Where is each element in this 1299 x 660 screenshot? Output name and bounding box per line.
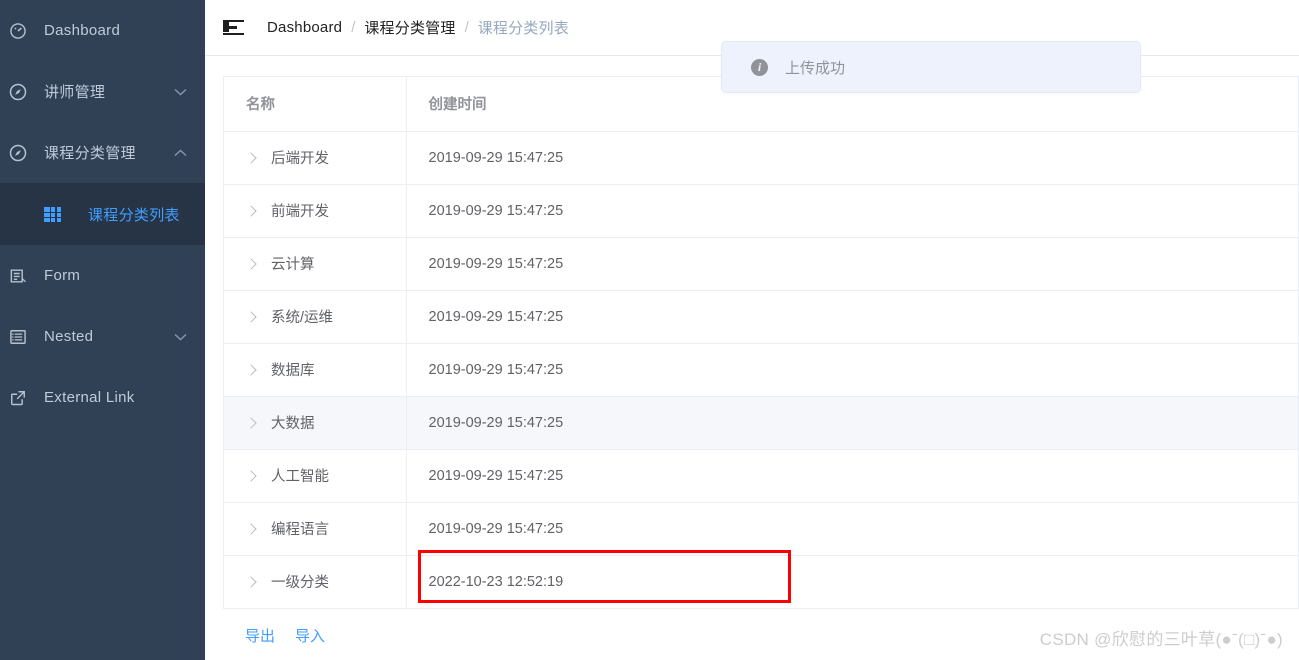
name-cell: 编程语言 — [246, 518, 406, 539]
compass-icon — [8, 82, 30, 102]
chevron-up-icon — [171, 148, 189, 157]
sidebar-item-instructor-management[interactable]: 讲师管理 — [0, 61, 205, 122]
table-cell-created: 2022-10-23 12:52:19 — [406, 555, 1298, 609]
table-row[interactable]: 前端开发 2019-09-29 15:47:25 — [224, 184, 1298, 238]
category-name: 大数据 — [271, 416, 315, 432]
name-cell: 后端开发 — [246, 147, 406, 168]
breadcrumb-item-course-category-management[interactable]: 课程分类管理 — [364, 17, 455, 38]
name-cell: 系统/运维 — [246, 306, 406, 327]
category-name: 一级分类 — [271, 575, 329, 591]
category-name: 系统/运维 — [271, 310, 334, 326]
chevron-down-icon — [171, 333, 189, 341]
name-cell: 前端开发 — [246, 200, 406, 221]
category-name: 编程语言 — [271, 522, 329, 538]
table-row[interactable]: 人工智能 2019-09-29 15:47:25 — [224, 449, 1298, 503]
table-cell-name: 一级分类 — [224, 555, 407, 609]
table-row[interactable]: 编程语言 2019-09-29 15:47:25 — [224, 502, 1298, 556]
table-cell-created: 2019-09-29 15:47:25 — [406, 343, 1298, 397]
table-row[interactable]: 后端开发 2019-09-29 15:47:25 — [224, 131, 1298, 185]
breadcrumb-separator: / — [464, 19, 469, 36]
table-header-name: 名称 — [224, 77, 407, 132]
breadcrumb-item-dashboard[interactable]: Dashboard — [267, 19, 342, 36]
chevron-right-icon[interactable] — [246, 524, 260, 534]
chevron-right-icon[interactable] — [246, 312, 260, 322]
sidebar-subitem-label: 课程分类列表 — [88, 206, 180, 224]
table-body: 后端开发 2019-09-29 15:47:25 前端开发 2019-09-29 15… — [224, 131, 1298, 609]
nested-list-icon — [8, 327, 30, 347]
form-icon — [8, 266, 30, 286]
table-cell-created: 2019-09-29 15:47:25 — [406, 396, 1298, 450]
category-name: 数据库 — [271, 363, 315, 379]
toast-message: 上传成功 — [785, 59, 846, 77]
chevron-right-icon[interactable] — [246, 206, 260, 216]
sidebar-item-course-category-list[interactable]: 课程分类列表 — [0, 183, 205, 245]
sidebar-item-label: External Link — [44, 389, 135, 406]
chevron-right-icon[interactable] — [246, 153, 260, 163]
table-cell-created: 2019-09-29 15:47:25 — [406, 502, 1298, 556]
table-cell-name: 数据库 — [224, 343, 407, 397]
chevron-down-icon — [171, 88, 189, 96]
sidebar: Dashboard 讲师管理 课程分类管理 课程分类列表 Form Nested… — [0, 0, 205, 660]
category-name: 人工智能 — [271, 469, 329, 485]
table-cell-name: 后端开发 — [224, 131, 407, 185]
table-cell-created: 2019-09-29 15:47:25 — [406, 449, 1298, 503]
category-table-card: 名称 创建时间 后端开发 2019-09-29 15:47:25 前端开发 2019-… — [223, 76, 1299, 609]
category-name: 云计算 — [271, 257, 315, 273]
name-cell: 人工智能 — [246, 465, 406, 486]
breadcrumb: Dashboard / 课程分类管理 / 课程分类列表 — [267, 17, 569, 38]
info-circle-icon: i — [751, 58, 768, 76]
app-root: Dashboard 讲师管理 课程分类管理 课程分类列表 Form Nested… — [0, 0, 1299, 660]
category-name: 前端开发 — [271, 204, 329, 220]
sidebar-item-nested[interactable]: Nested — [0, 306, 205, 367]
table-row[interactable]: 大数据 2019-09-29 15:47:25 — [224, 396, 1298, 450]
import-link[interactable]: 导入 — [295, 625, 325, 646]
name-cell: 一级分类 — [246, 571, 406, 592]
main-area: Dashboard / 课程分类管理 / 课程分类列表 名称 创建时间 后端开发… — [205, 0, 1299, 660]
sidebar-item-form[interactable]: Form — [0, 245, 205, 306]
table-row[interactable]: 一级分类 2022-10-23 12:52:19 — [224, 555, 1298, 609]
breadcrumb-item-current: 课程分类列表 — [477, 20, 569, 37]
table-cell-created: 2019-09-29 15:47:25 — [406, 237, 1298, 291]
breadcrumb-separator: / — [351, 19, 356, 36]
sidebar-item-label: Dashboard — [44, 22, 121, 39]
watermark: CSDN @欣慰的三叶草(●ˉ(□)ˉ●) — [1039, 630, 1283, 649]
name-cell: 云计算 — [246, 253, 406, 274]
chevron-right-icon[interactable] — [246, 259, 260, 269]
chevron-right-icon[interactable] — [246, 418, 260, 428]
table-row[interactable]: 云计算 2019-09-29 15:47:25 — [224, 237, 1298, 291]
name-cell: 数据库 — [246, 359, 406, 380]
table-cell-name: 系统/运维 — [224, 290, 407, 344]
table-cell-name: 云计算 — [224, 237, 407, 291]
sidebar-item-label: 讲师管理 — [44, 84, 106, 101]
chevron-right-icon[interactable] — [246, 471, 260, 481]
table-cell-name: 前端开发 — [224, 184, 407, 238]
sidebar-item-external-link[interactable]: External Link — [0, 367, 205, 428]
table-cell-name: 人工智能 — [224, 449, 407, 503]
category-table: 名称 创建时间 后端开发 2019-09-29 15:47:25 前端开发 2019-… — [224, 77, 1298, 609]
sidebar-item-dashboard[interactable]: Dashboard — [0, 0, 205, 61]
content-area: 名称 创建时间 后端开发 2019-09-29 15:47:25 前端开发 2019-… — [205, 56, 1299, 646]
compass-icon — [8, 143, 30, 163]
grid-table-icon — [44, 204, 66, 224]
chevron-right-icon[interactable] — [246, 577, 260, 587]
table-cell-created: 2019-09-29 15:47:25 — [406, 184, 1298, 238]
name-cell: 大数据 — [246, 412, 406, 433]
table-row[interactable]: 数据库 2019-09-29 15:47:25 — [224, 343, 1298, 397]
table-cell-created: 2019-09-29 15:47:25 — [406, 290, 1298, 344]
table-cell-created: 2019-09-29 15:47:25 — [406, 131, 1298, 185]
category-name: 后端开发 — [271, 151, 329, 167]
table-cell-name: 大数据 — [224, 396, 407, 450]
sidebar-item-label: Nested — [44, 328, 94, 345]
toast-notification[interactable]: i 上传成功 — [721, 41, 1141, 93]
table-row[interactable]: 系统/运维 2019-09-29 15:47:25 — [224, 290, 1298, 344]
table-cell-name: 编程语言 — [224, 502, 407, 556]
hamburger-fold-icon[interactable] — [223, 19, 245, 37]
sidebar-item-label: 课程分类管理 — [44, 145, 136, 162]
sidebar-item-label: Form — [44, 267, 81, 284]
external-link-icon — [8, 388, 30, 408]
export-link[interactable]: 导出 — [245, 625, 275, 646]
sidebar-item-course-category-management[interactable]: 课程分类管理 — [0, 122, 205, 183]
dashboard-icon — [8, 21, 30, 41]
chevron-right-icon[interactable] — [246, 365, 260, 375]
